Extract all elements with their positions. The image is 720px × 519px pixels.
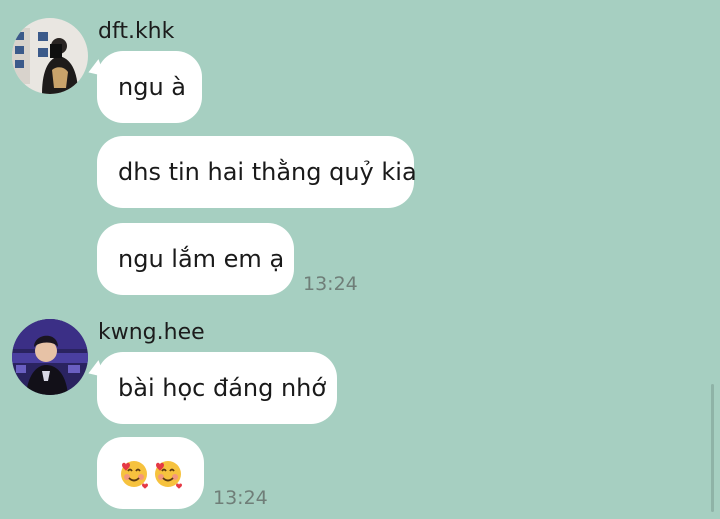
message-timestamp: 13:24 xyxy=(303,273,358,295)
message-bubble[interactable]: dhs tin hai thằng quỷ kia xyxy=(97,136,417,208)
message-text: ngu lắm em ạ xyxy=(118,245,285,273)
sender-name: kwng.hee xyxy=(98,320,205,345)
message-text: ngu à xyxy=(118,73,186,101)
message-bubble[interactable]: ngu à xyxy=(97,51,202,123)
avatar-photo-icon xyxy=(12,18,88,94)
message-bubble[interactable]: bài học đáng nhớ xyxy=(97,352,337,424)
message-text: bài học đáng nhớ xyxy=(118,374,327,402)
message-bubble[interactable]: ngu lắm em ạ xyxy=(97,223,294,295)
emoji-message xyxy=(118,457,184,489)
avatar-photo-icon xyxy=(12,319,88,395)
scrollbar[interactable] xyxy=(711,384,714,512)
avatar-dft-khk[interactable] xyxy=(12,18,88,94)
avatar-kwng-hee[interactable] xyxy=(12,319,88,395)
smiling-face-with-hearts-icon xyxy=(118,457,150,489)
message-timestamp: 13:24 xyxy=(213,487,268,509)
message-bubble[interactable] xyxy=(97,437,204,509)
smiling-face-with-hearts-icon xyxy=(152,457,184,489)
sender-name: dft.khk xyxy=(98,19,175,44)
message-text: dhs tin hai thằng quỷ kia xyxy=(118,158,417,186)
